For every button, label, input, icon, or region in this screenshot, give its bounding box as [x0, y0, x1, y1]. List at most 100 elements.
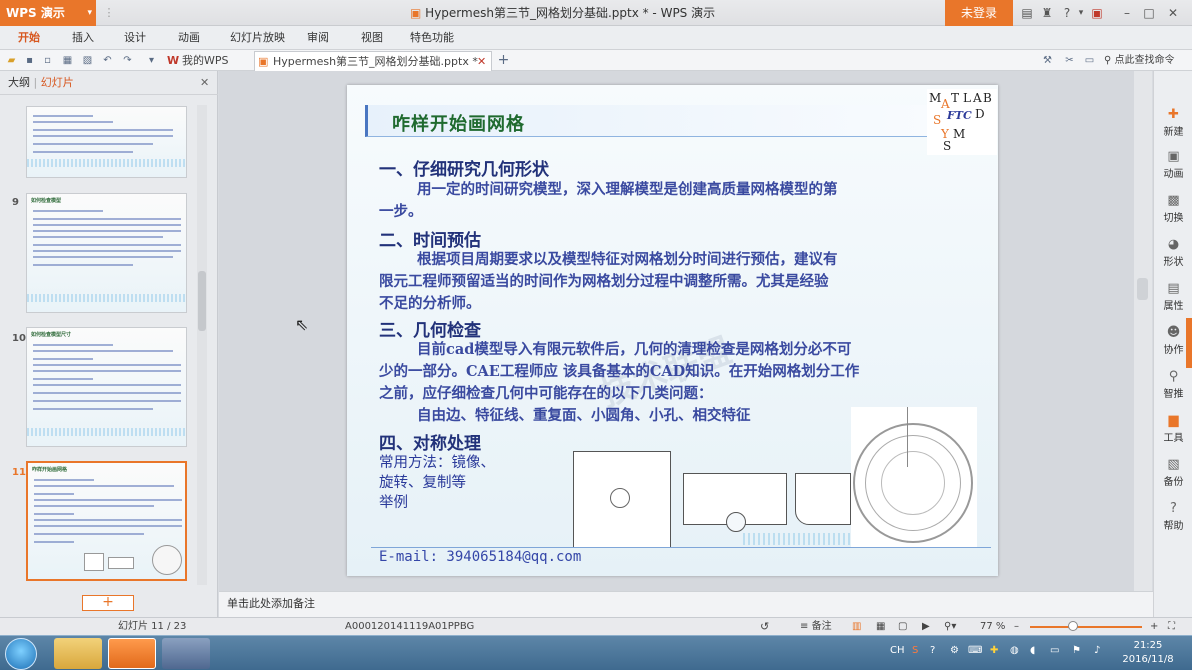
maximize-icon[interactable]: □ — [1140, 4, 1158, 22]
security-icon[interactable]: ✚ — [990, 645, 998, 656]
explorer-task[interactable] — [54, 638, 102, 669]
start-button[interactable] — [5, 638, 37, 670]
section-3-line-2: 少的一部分。CAE工程师应 该具备基本的CAD知识。在开始网格划分工作 — [379, 363, 860, 380]
zoom-out-icon[interactable]: – — [1014, 618, 1019, 635]
slide-title[interactable]: 咋样开始画网格 — [392, 110, 525, 136]
play-icon[interactable]: ▶ — [922, 618, 930, 635]
tab-document-label: Hypermesh第三节_网格划分基础.pptx * — [273, 55, 478, 68]
chevron-down-icon[interactable]: ▾ — [144, 53, 159, 68]
menu-home[interactable]: 开始 — [18, 26, 40, 50]
window-icon[interactable]: ▭ — [1082, 53, 1097, 68]
app-menu-button[interactable]: WPS 演示 ▾ — [0, 0, 96, 26]
notes-area[interactable]: 单击此处添加备注 — [219, 591, 1153, 617]
slide-thumb-8[interactable] — [26, 106, 187, 178]
open-folder-icon[interactable]: ▰ — [4, 53, 19, 68]
menu-features[interactable]: 特色功能 — [410, 26, 454, 50]
restore-window-icon[interactable]: ▣ — [1088, 4, 1106, 22]
new-tab-icon[interactable]: + — [496, 53, 511, 68]
menu-insert[interactable]: 插入 — [72, 26, 94, 50]
new-button[interactable]: ✚ 新建 — [1154, 107, 1192, 138]
close-icon[interactable]: ✕ — [1164, 4, 1182, 22]
slide-thumb-9[interactable]: 如何检查模型 — [26, 193, 187, 313]
close-tab-icon[interactable]: ✕ — [477, 52, 486, 71]
menu-view[interactable]: 视图 — [361, 26, 383, 50]
slide-number: 11 — [12, 467, 26, 478]
canvas-scrollbar[interactable] — [1134, 71, 1152, 591]
sidebar-collapse-handle[interactable] — [1186, 318, 1192, 368]
plate-with-notch-drawing[interactable] — [683, 473, 787, 532]
reading-view-icon[interactable]: ▢ — [898, 618, 907, 635]
zoom-slider[interactable] — [1030, 626, 1142, 628]
slide-sorter-icon[interactable]: ▦ — [876, 618, 885, 635]
menu-slideshow[interactable]: 幻灯片放映 — [230, 26, 285, 50]
flange-drawing[interactable] — [851, 407, 977, 548]
backup-button[interactable]: ▧ 备份 — [1154, 457, 1192, 488]
square-with-hole-drawing[interactable] — [573, 451, 671, 548]
settings-icon[interactable]: ⚙ — [950, 645, 959, 656]
tab-slides[interactable]: 幻灯片 — [41, 76, 74, 89]
slide[interactable]: 咋样开始画网格 M A T L A B FTC S Y M S D 技术联盟 一… — [347, 85, 998, 576]
wps-presentation-task[interactable] — [108, 638, 156, 669]
broom-icon[interactable]: ⚒ — [1040, 53, 1055, 68]
tab-my-wps[interactable]: W 我的WPS — [164, 51, 254, 71]
smart-push-button[interactable]: ⚲ 智推 — [1154, 369, 1192, 400]
pin-icon[interactable]: ⋮ — [100, 4, 118, 22]
menu-design[interactable]: 设计 — [124, 26, 146, 50]
app-task[interactable] — [162, 638, 210, 669]
backup-icon: ▧ — [1167, 457, 1180, 472]
section-heading-1: 一、仔细研究几何形状 — [379, 160, 549, 180]
close-panel-icon[interactable]: ✕ — [200, 71, 209, 95]
transition-button[interactable]: ▩ 切换 — [1154, 193, 1192, 224]
status-bar: 幻灯片 11 / 23 A000120141119A01PPBG ↺ ≡ 备注 … — [0, 617, 1192, 635]
clock[interactable]: 21:25 2016/11/8 — [1118, 639, 1178, 667]
logo-letter: S — [933, 113, 942, 127]
properties-button[interactable]: ▤ 属性 — [1154, 281, 1192, 312]
print-icon[interactable]: ▦ — [60, 53, 75, 68]
animation-icon: ▣ — [1167, 149, 1180, 164]
minimize-icon[interactable]: – — [1118, 4, 1136, 22]
sogou-icon[interactable]: S — [912, 645, 918, 656]
login-button[interactable]: 未登录 — [945, 0, 1013, 26]
shirt-icon[interactable]: ♜ — [1038, 4, 1056, 22]
slide-thumb-11[interactable]: 咋样开始画网格 — [26, 461, 187, 581]
notes-toggle-label: 备注 — [811, 621, 832, 632]
tools-icon[interactable]: ✂ — [1062, 53, 1077, 68]
command-search[interactable]: ⚲ 点此查找命令 — [1104, 52, 1188, 69]
half-plate-drawing[interactable] — [795, 473, 851, 525]
tab-outline[interactable]: 大纲 — [8, 76, 30, 89]
zoom-in-icon[interactable]: + — [1150, 618, 1158, 635]
menu-animation[interactable]: 动画 — [178, 26, 200, 50]
language-indicator[interactable]: CH — [890, 645, 905, 656]
tools-button[interactable]: ▆ 工具 — [1154, 413, 1192, 444]
print-preview-icon[interactable]: ▧ — [80, 53, 95, 68]
save-icon[interactable]: ▪ — [22, 53, 37, 68]
animation-button[interactable]: ▣ 动画 — [1154, 149, 1192, 180]
export-pdf-icon[interactable]: ▫ — [40, 53, 55, 68]
network-icon[interactable]: ◍ — [1010, 645, 1019, 656]
fit-window-icon[interactable]: ⛶ — [1168, 618, 1175, 635]
help-button[interactable]: ? 帮助 — [1154, 501, 1192, 532]
slide-thumb-10[interactable]: 如何检查模型尺寸 — [26, 327, 187, 447]
zoom-slider-handle[interactable] — [1068, 621, 1078, 631]
flag-icon[interactable]: ⚑ — [1072, 645, 1081, 656]
keyboard-icon[interactable]: ⌨ — [968, 645, 982, 656]
add-slide-button[interactable]: + — [82, 595, 134, 611]
notes-toggle[interactable]: ≡ 备注 — [800, 618, 832, 635]
zoom-level[interactable]: 77 % — [980, 618, 1005, 635]
slide-panel-scrollbar[interactable] — [197, 105, 207, 585]
volume-icon[interactable]: ◖ — [1030, 645, 1035, 656]
shape-button[interactable]: ◕ 形状 — [1154, 237, 1192, 268]
recover-icon[interactable]: ↺ — [760, 618, 769, 635]
undo-icon[interactable]: ↶ — [100, 53, 115, 68]
tab-document[interactable]: ▣ Hypermesh第三节_网格划分基础.pptx * ✕ — [254, 51, 492, 71]
speaker-icon[interactable]: ♪ — [1094, 645, 1100, 656]
skin-icon[interactable]: ▤ — [1018, 4, 1036, 22]
normal-view-icon[interactable]: ▥ — [852, 618, 861, 635]
menu-review[interactable]: 审阅 — [307, 26, 329, 50]
help-icon[interactable]: ? — [930, 645, 935, 656]
zoom-options-icon[interactable]: ⚲▾ — [944, 618, 956, 635]
canvas-scroll-thumb[interactable] — [1137, 278, 1148, 300]
display-icon[interactable]: ▭ — [1050, 645, 1059, 656]
redo-icon[interactable]: ↷ — [120, 53, 135, 68]
slide-panel-scroll-thumb[interactable] — [198, 271, 206, 331]
